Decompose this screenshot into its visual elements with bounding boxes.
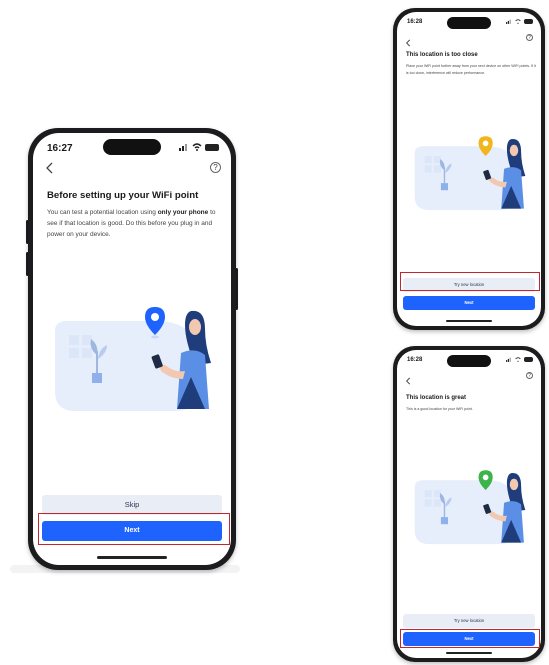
- battery-icon: [205, 143, 219, 151]
- battery-icon: [524, 357, 533, 362]
- wifi-icon: [192, 143, 202, 151]
- help-button[interactable]: ?: [526, 372, 533, 379]
- location-test-illustration: [414, 136, 526, 211]
- help-button[interactable]: ?: [526, 34, 533, 41]
- page-title: This location is too close: [406, 52, 478, 58]
- wifi-icon: [515, 357, 521, 362]
- home-indicator: [446, 320, 492, 322]
- chevron-left-icon: [405, 377, 411, 385]
- back-button[interactable]: [46, 161, 54, 177]
- cellular-signal-icon: [506, 357, 511, 362]
- dynamic-island: [447, 355, 491, 367]
- status-icons: [179, 143, 219, 151]
- help-circle-icon: ?: [528, 373, 531, 379]
- status-icons: [506, 357, 533, 362]
- back-button[interactable]: [405, 372, 411, 390]
- location-test-illustration: [55, 307, 211, 411]
- skip-button[interactable]: Skip: [42, 495, 222, 515]
- battery-icon: [524, 19, 533, 24]
- great-location-phone-screen: 16:28 ? This location is great This is a…: [397, 350, 541, 658]
- description-text: You can test a potential location using: [47, 209, 158, 216]
- dynamic-island: [103, 139, 161, 155]
- home-indicator: [97, 556, 167, 559]
- try-new-location-highlight: [400, 272, 540, 291]
- main-phone-screen: 16:27 ? Before setting up your WiFi poin…: [33, 133, 231, 565]
- page-title: This location is great: [406, 395, 467, 401]
- cellular-signal-icon: [506, 19, 511, 24]
- help-circle-icon: ?: [528, 35, 531, 41]
- page-title: Before setting up your WiFi point: [47, 190, 199, 201]
- help-circle-icon: ?: [213, 163, 218, 172]
- chevron-left-icon: [46, 162, 53, 174]
- next-button-highlight: [400, 629, 540, 648]
- great-location-phone: 16:28 ? This location is great This is a…: [393, 346, 545, 662]
- location-test-illustration: [414, 470, 526, 545]
- wifi-icon: [515, 19, 521, 24]
- next-button[interactable]: Next: [403, 296, 535, 310]
- chevron-left-icon: [405, 39, 411, 47]
- home-indicator: [446, 652, 492, 654]
- status-time: 16:27: [47, 143, 73, 154]
- help-button[interactable]: ?: [210, 162, 221, 173]
- page-description: You can test a potential location using …: [47, 207, 225, 240]
- status-time: 16:28: [407, 357, 423, 363]
- dynamic-island: [447, 17, 491, 29]
- cellular-signal-icon: [179, 144, 187, 151]
- page-description: This is a good location for your WiFi po…: [406, 407, 473, 411]
- page-description: Place your WiFi point further away from …: [406, 64, 536, 75]
- status-icons: [506, 19, 533, 24]
- status-time: 16:28: [407, 19, 423, 25]
- try-new-location-button[interactable]: Try new location: [403, 614, 535, 628]
- next-button-highlight: [38, 513, 230, 545]
- main-phone: 16:27 ? Before setting up your WiFi poin…: [28, 128, 236, 570]
- description-emphasis: only your phone: [157, 209, 209, 216]
- back-button[interactable]: [405, 34, 411, 52]
